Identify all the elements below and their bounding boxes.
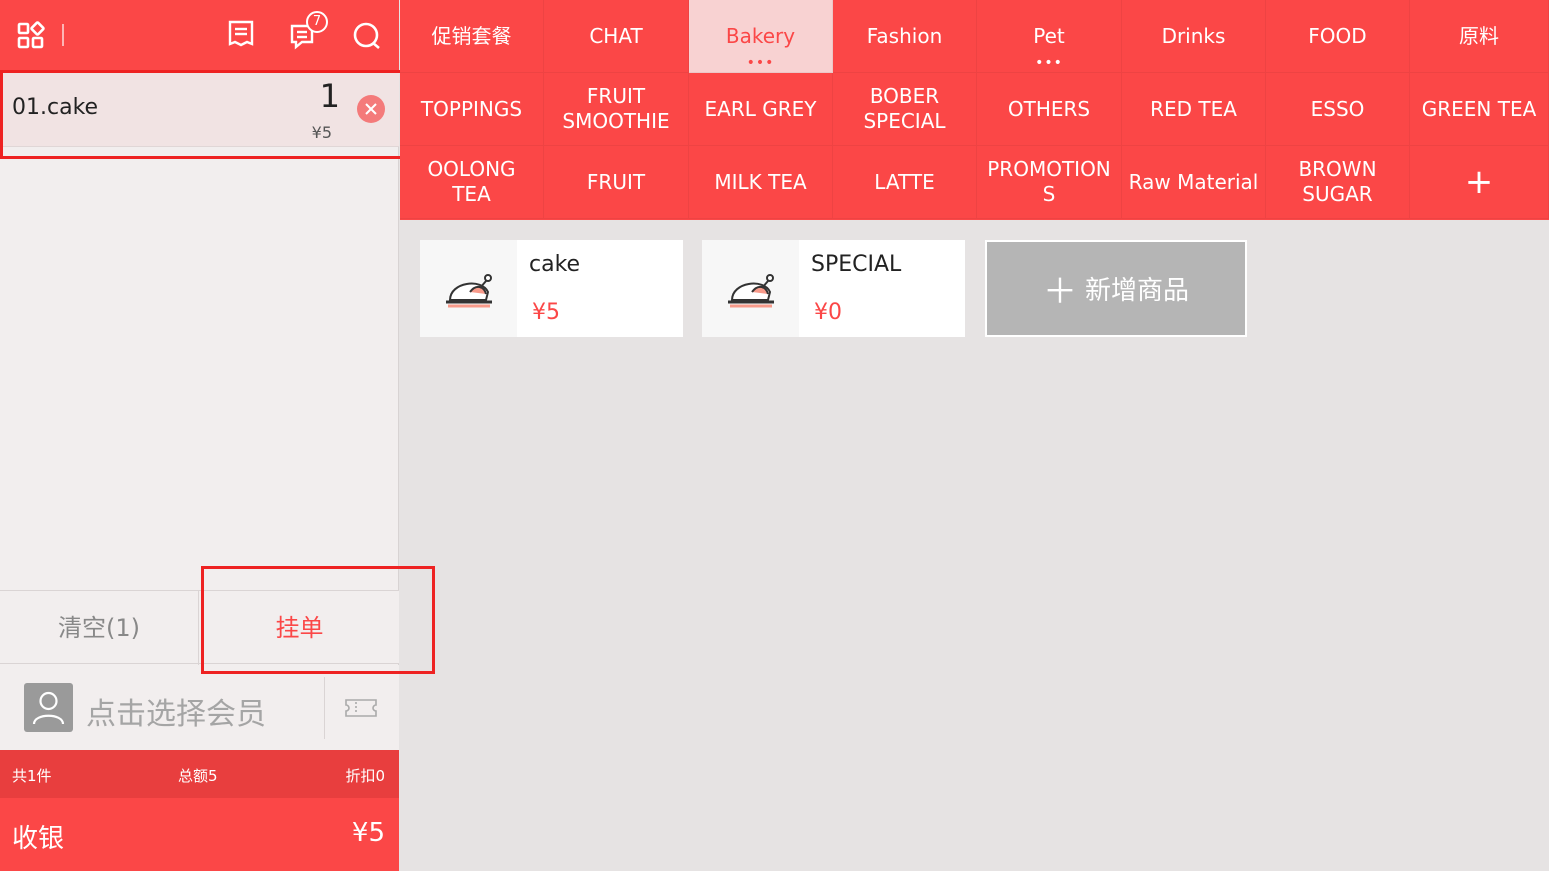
close-icon	[365, 103, 377, 115]
product-price: ¥0	[814, 300, 842, 325]
remove-item-button[interactable]	[357, 95, 385, 123]
cart-item[interactable]: 01.cake 1 ¥5	[0, 73, 399, 147]
category-pet-label: Pet	[1033, 23, 1065, 48]
more-dots-icon: •••	[1035, 55, 1063, 71]
category-green-tea[interactable]: GREEN TEA	[1410, 73, 1549, 146]
category-chat[interactable]: CHAT	[544, 0, 689, 73]
category-red-tea[interactable]: RED TEA	[1122, 73, 1266, 146]
toolbar-divider	[62, 24, 64, 46]
more-dots-icon: •••	[746, 55, 775, 71]
category-drinks[interactable]: Drinks	[1122, 0, 1266, 73]
cart-item-name: 01.cake	[12, 95, 99, 120]
checkout-label: 收银	[12, 824, 65, 854]
member-divider	[324, 677, 325, 739]
product-card[interactable]: SPECIAL ¥0	[702, 240, 965, 337]
discount-amount: 折扣0	[345, 767, 385, 785]
category-milk-tea[interactable]: MILK TEA	[689, 146, 833, 219]
product-thumbnail	[420, 240, 517, 337]
product-name: SPECIAL	[811, 252, 902, 277]
cart-toolbar: 7	[0, 0, 399, 73]
category-esso[interactable]: ESSO	[1266, 73, 1410, 146]
category-bober-special[interactable]: BOBER SPECIAL	[833, 73, 977, 146]
search-icon[interactable]	[350, 18, 384, 52]
category-raw-cn[interactable]: 原料	[1410, 0, 1549, 73]
category-bakery-label: Bakery	[725, 23, 796, 48]
user-icon	[32, 691, 65, 725]
cart-item-price: ¥5	[311, 123, 332, 142]
cart-actions: 清空(1) 挂单	[0, 590, 399, 665]
roast-chicken-icon	[446, 274, 492, 308]
total-amount: 总额5	[178, 767, 218, 785]
category-food[interactable]: FOOD	[1266, 0, 1410, 73]
category-grid: 促销套餐 CHAT Bakery ••• Fashion Pet ••• Dri…	[400, 0, 1549, 220]
category-fruit-smoothie[interactable]: FRUIT SMOOTHIE	[544, 73, 689, 146]
category-latte[interactable]: LATTE	[833, 146, 977, 219]
plus-icon: ＋	[1042, 272, 1077, 312]
category-promotions[interactable]: PROMOTION S	[977, 146, 1122, 219]
checkout-button[interactable]: 收银 ¥5	[0, 798, 399, 871]
category-fashion[interactable]: Fashion	[833, 0, 977, 73]
category-others[interactable]: OTHERS	[977, 73, 1122, 146]
roast-chicken-icon	[728, 274, 774, 308]
cart-panel: 7 01.cake 1 ¥5 清空(1) 挂单 点击选择会员 共1件 总额5 折…	[0, 0, 399, 871]
category-fruit[interactable]: FRUIT	[544, 146, 689, 219]
add-category-button[interactable]: +	[1410, 146, 1549, 219]
product-card[interactable]: cake ¥5	[420, 240, 683, 337]
add-product-button[interactable]: ＋ 新增商品	[985, 240, 1247, 337]
product-price: ¥5	[532, 300, 560, 325]
category-earl-grey[interactable]: EARL GREY	[689, 73, 833, 146]
member-placeholder: 点击选择会员	[86, 697, 266, 732]
category-brown-sugar[interactable]: BROWN SUGAR	[1266, 146, 1410, 219]
category-pet[interactable]: Pet •••	[977, 0, 1122, 73]
product-thumbnail	[702, 240, 799, 337]
category-promo-set[interactable]: 促销套餐	[400, 0, 544, 73]
hang-order-button[interactable]: 挂单	[200, 591, 399, 665]
member-selector[interactable]: 点击选择会员	[0, 665, 399, 750]
category-toppings[interactable]: TOPPINGS	[400, 73, 544, 146]
category-raw-material[interactable]: Raw Material	[1122, 146, 1266, 219]
add-product-label: 新增商品	[1084, 276, 1189, 306]
checkout-amount: ¥5	[351, 818, 385, 848]
item-count: 共1件	[12, 767, 52, 785]
clear-cart-button[interactable]: 清空(1)	[0, 591, 199, 665]
category-oolong-tea[interactable]: OOLONG TEA	[400, 146, 544, 219]
cart-item-qty: 1	[319, 77, 340, 115]
order-summary: 共1件 总额5 折扣0	[0, 750, 399, 798]
receipt-icon[interactable]	[224, 18, 258, 52]
coupon-icon[interactable]	[344, 697, 378, 719]
grid-menu-icon[interactable]	[14, 18, 48, 52]
product-name: cake	[529, 252, 581, 277]
notification-badge: 7	[306, 11, 328, 33]
avatar	[24, 683, 73, 732]
category-bakery[interactable]: Bakery •••	[689, 0, 833, 73]
